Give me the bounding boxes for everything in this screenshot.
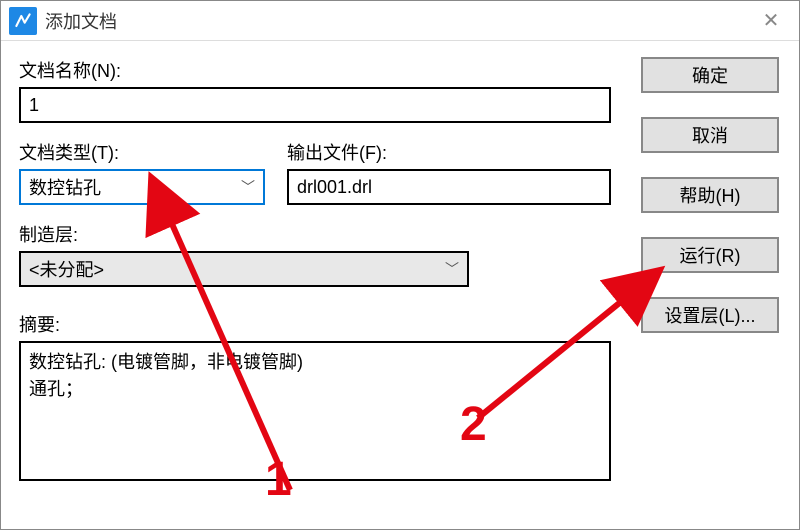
help-button[interactable]: 帮助(H) [641,177,779,213]
output-file-input[interactable] [287,169,611,205]
doc-name-label: 文档名称(N): [19,57,611,83]
fab-layer-value: <未分配> [29,256,104,282]
doc-type-select[interactable]: 数控钻孔 ﹀ [19,169,265,205]
doc-name-input[interactable] [19,87,611,123]
run-button[interactable]: 运行(R) [641,237,779,273]
chevron-down-icon: ﹀ [241,177,255,197]
set-layers-button[interactable]: 设置层(L)... [641,297,779,333]
cancel-button[interactable]: 取消 [641,117,779,153]
fab-layer-select[interactable]: <未分配> ﹀ [19,251,469,287]
close-icon: ✕ [763,8,780,33]
form-area: 文档名称(N): 文档类型(T): 数控钻孔 ﹀ 输出文件(F): [19,57,611,481]
dialog-content: 文档名称(N): 文档类型(T): 数控钻孔 ﹀ 输出文件(F): [1,41,799,529]
buttons-area: 确定 取消 帮助(H) 运行(R) 设置层(L)... [641,57,779,333]
summary-label: 摘要: [19,311,611,337]
titlebar: 添加文档 ✕ [1,1,799,41]
output-file-label: 输出文件(F): [287,139,611,165]
chevron-down-icon: ﹀ [445,259,459,279]
fab-layer-label: 制造层: [19,221,611,247]
dialog-window: 添加文档 ✕ 文档名称(N): 文档类型(T): 数控钻孔 ﹀ [0,0,800,530]
doc-type-label: 文档类型(T): [19,139,265,165]
doc-type-value: 数控钻孔 [29,174,101,200]
summary-textarea[interactable]: 数控钻孔: (电镀管脚，非电镀管脚) 通孔； [19,341,611,481]
window-title: 添加文档 [45,8,751,34]
ok-button[interactable]: 确定 [641,57,779,93]
close-button[interactable]: ✕ [751,1,791,41]
app-icon [9,7,37,35]
